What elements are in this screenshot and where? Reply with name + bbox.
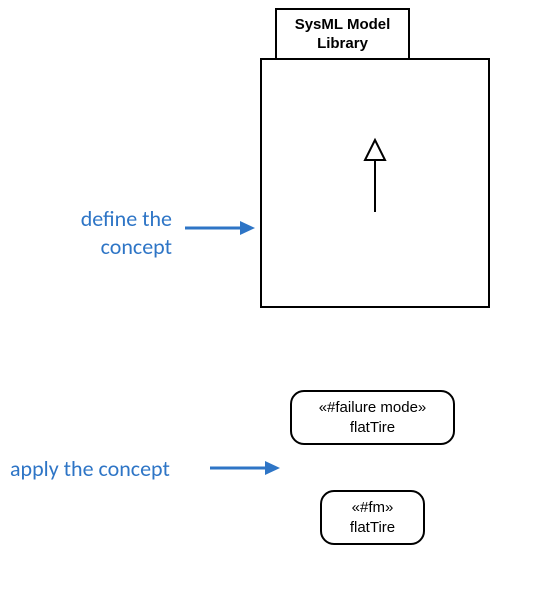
library-title-tab: SysML Model Library (275, 8, 410, 60)
define-concept-label: define the concept (52, 205, 172, 260)
define-arrow-head-icon (240, 221, 255, 235)
flat-tire-2-name: flatTire (350, 518, 395, 538)
apply-arrow-head-icon (265, 461, 280, 475)
apply-concept-label: apply the concept (10, 455, 200, 483)
flat-tire-failure-mode-box: «#failure mode» flatTire (290, 390, 455, 445)
flat-tire-2-stereotype: «#fm» (352, 498, 394, 518)
flat-tire-1-name: flatTire (350, 418, 395, 438)
library-title-text: SysML Model Library (277, 15, 408, 54)
flat-tire-1-stereotype: «#failure mode» (319, 398, 427, 418)
flat-tire-fm-box: «#fm» flatTire (320, 490, 425, 545)
library-frame (260, 58, 490, 308)
